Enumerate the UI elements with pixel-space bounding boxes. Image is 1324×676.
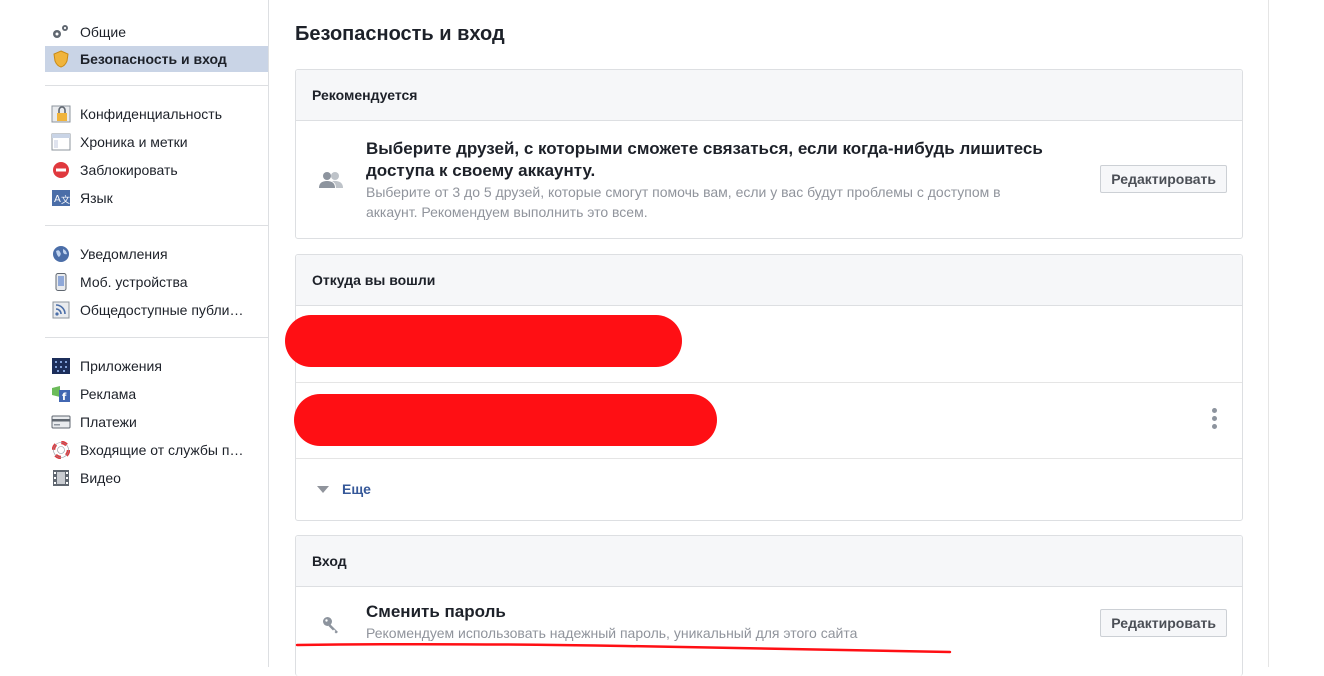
nav-group-privacy: Конфиденциальность Хроника и метки Забло… [45, 96, 268, 216]
sidebar-divider [268, 0, 269, 667]
key-icon [296, 616, 366, 634]
sidebar-item-label: Уведомления [80, 246, 168, 262]
trusted-contacts-row: Выберите друзей, с которыми сможете связ… [296, 121, 1242, 238]
trusted-contacts-subtitle: Выберите от 3 до 5 друзей, которые смогу… [366, 183, 1001, 220]
nav-group-apps: Приложения f Реклама Платежи Входящие от… [45, 348, 268, 496]
sidebar-item-general[interactable]: Общие [45, 18, 268, 46]
sidebar-item-label: Моб. устройства [80, 274, 188, 290]
page-title: Безопасность и вход [295, 23, 505, 45]
block-icon [51, 161, 71, 179]
language-icon: A文 [51, 189, 71, 207]
where-logged-in-header: Откуда вы вошли [296, 255, 1242, 306]
edit-trusted-contacts-button[interactable]: Редактировать [1100, 165, 1227, 193]
shield-icon [51, 50, 71, 68]
sidebar-separator [45, 85, 268, 86]
sidebar-separator [45, 337, 268, 338]
session-row[interactable] [294, 383, 1242, 459]
sidebar-item-video[interactable]: Видео [45, 464, 268, 492]
sidebar-item-label: Хроника и метки [80, 134, 188, 150]
sidebar-item-language[interactable]: A文 Язык [45, 184, 268, 212]
sidebar-item-mobile[interactable]: Моб. устройства [45, 268, 268, 296]
sidebar-item-label: Платежи [80, 414, 137, 430]
lifebuoy-icon [51, 441, 71, 459]
gears-icon [51, 23, 71, 41]
sidebar-item-label: Язык [80, 190, 113, 206]
lock-icon [51, 105, 71, 123]
session-row[interactable] [285, 306, 1242, 383]
sidebar-item-label: Видео [80, 470, 121, 486]
trusted-contacts-title: Выберите друзей, с которыми сможете связ… [366, 138, 1043, 180]
sidebar-item-label: Входящие от службы п… [80, 442, 244, 458]
nav-group-notifications: Уведомления Моб. устройства Общедоступны… [45, 236, 268, 328]
triangle-down-icon [317, 485, 329, 493]
see-more-link[interactable]: Еще [317, 481, 371, 497]
sidebar-item-notifications[interactable]: Уведомления [45, 240, 268, 268]
redaction-mark [294, 394, 717, 446]
sidebar-item-apps[interactable]: Приложения [45, 352, 268, 380]
svg-text:f: f [62, 392, 67, 403]
sidebar-item-label: Заблокировать [80, 162, 178, 178]
recommended-panel: Рекомендуется Выберите друзей, с которым… [295, 69, 1243, 239]
ads-icon: f [51, 385, 71, 403]
redaction-mark [285, 315, 682, 367]
timeline-icon [51, 133, 71, 151]
friends-icon [296, 170, 366, 190]
apps-icon [51, 357, 71, 375]
see-more-row: Еще [296, 459, 1242, 519]
sidebar-item-label: Общедоступные публи… [80, 302, 244, 318]
more-options-icon[interactable] [1212, 408, 1218, 429]
svg-text:文: 文 [61, 194, 70, 206]
sidebar-item-security[interactable]: Безопасность и вход [45, 46, 268, 72]
content-right-edge [1268, 0, 1269, 667]
sidebar-separator [45, 225, 268, 226]
card-icon [51, 413, 71, 431]
mobile-icon [51, 273, 71, 291]
recommended-header: Рекомендуется [296, 70, 1242, 121]
sidebar-item-privacy[interactable]: Конфиденциальность [45, 100, 268, 128]
sidebar-item-public-posts[interactable]: Общедоступные публи… [45, 296, 268, 324]
film-icon [51, 469, 71, 487]
sidebar-item-ads[interactable]: f Реклама [45, 380, 268, 408]
rss-icon [51, 301, 71, 319]
nav-group-general: Общие Безопасность и вход [45, 14, 268, 76]
change-password-title: Сменить пароль [366, 601, 506, 621]
see-more-label: Еще [342, 481, 371, 497]
sidebar-item-label: Приложения [80, 358, 162, 374]
sidebar-item-label: Реклама [80, 386, 137, 402]
where-logged-in-panel: Откуда вы вошли Еще [285, 254, 1243, 521]
svg-text:A: A [54, 194, 61, 205]
sidebar-item-support-inbox[interactable]: Входящие от службы п… [45, 436, 268, 464]
red-underline-annotation [295, 642, 952, 654]
sidebar-item-label: Конфиденциальность [80, 106, 223, 122]
sidebar-item-block[interactable]: Заблокировать [45, 156, 268, 184]
sidebar-item-label: Общие [80, 24, 127, 40]
edit-password-button[interactable]: Редактировать [1100, 609, 1227, 637]
sidebar-item-payments[interactable]: Платежи [45, 408, 268, 436]
sidebar-item-label: Безопасность и вход [80, 51, 227, 67]
settings-sidebar: Общие Безопасность и вход Конфиденциальн… [45, 14, 268, 496]
sidebar-item-timeline[interactable]: Хроника и метки [45, 128, 268, 156]
globe-icon [51, 245, 71, 263]
login-header: Вход [296, 536, 1242, 587]
